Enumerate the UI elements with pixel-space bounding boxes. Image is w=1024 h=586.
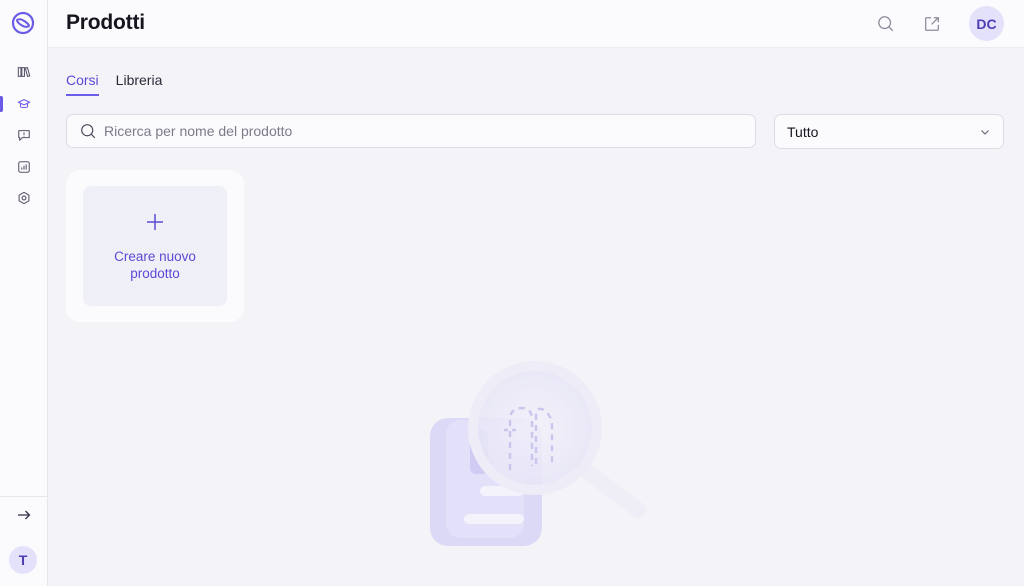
graduation-cap-icon [17,99,31,109]
tab-bar: Corsi Libreria [66,72,162,96]
search-bar [66,114,756,148]
tab-libreria[interactable]: Libreria [116,72,163,96]
open-external-button[interactable] [920,12,944,36]
chat-icon [18,130,30,141]
expand-sidebar-button[interactable] [12,504,36,526]
empty-state-illustration [430,361,646,546]
library-icon [17,67,31,77]
create-product-button[interactable]: Creare nuovo prodotto [83,186,227,306]
search-icon [878,16,894,32]
search-icon [81,123,96,138]
settings-icon [18,191,30,205]
app-logo-icon[interactable] [11,11,35,35]
user-avatar[interactable]: T [9,546,37,574]
create-product-card: Creare nuovo prodotto [66,170,244,322]
sidebar-item-chat[interactable] [0,123,48,147]
sidebar-item-library[interactable] [0,60,48,84]
sidebar: T [0,0,48,586]
search-input[interactable] [104,123,704,139]
filter-select[interactable]: Tutto [774,114,1004,149]
analytics-icon [18,161,30,173]
external-link-icon [925,17,939,31]
top-bar: Prodotti DC [48,0,1024,48]
sidebar-divider [0,496,48,497]
sidebar-item-settings[interactable] [0,186,48,210]
search-button[interactable] [874,12,898,36]
chevron-down-icon [981,129,989,135]
filter-selected-value: Tutto [787,123,819,140]
plus-icon [145,210,165,236]
create-product-label: Creare nuovo prodotto [114,249,196,281]
tab-corsi[interactable]: Corsi [66,72,99,96]
sidebar-item-analytics[interactable] [0,155,48,179]
sidebar-item-courses[interactable] [0,92,48,116]
avatar[interactable]: DC [969,6,1004,41]
arrow-right-icon [18,510,31,520]
page-title: Prodotti [66,11,145,34]
